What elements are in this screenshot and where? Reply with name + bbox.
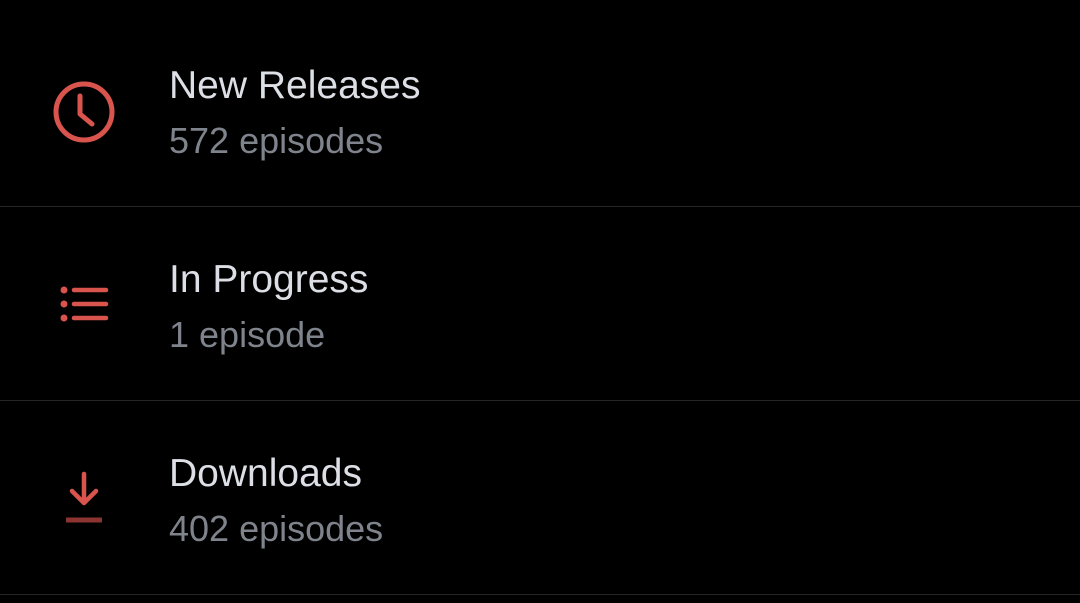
filter-list: New Releases 572 episodes In Progress 1 …	[0, 0, 1080, 603]
item-episode-count: 572 episodes	[169, 120, 384, 161]
list-item-in-progress[interactable]: In Progress 1 episode	[0, 208, 1080, 401]
list-icon	[50, 272, 118, 340]
download-icon	[50, 466, 118, 534]
list-item-new-releases[interactable]: New Releases 572 episodes	[0, 14, 1080, 207]
clock-icon	[50, 78, 118, 146]
list-item-downloads[interactable]: Downloads 402 episodes	[0, 402, 1080, 595]
item-title: New Releases	[169, 64, 421, 107]
item-episode-count: 402 episodes	[169, 508, 384, 549]
item-title: Downloads	[169, 452, 362, 495]
item-episode-count: 1 episode	[169, 314, 326, 355]
item-title: In Progress	[169, 258, 369, 301]
